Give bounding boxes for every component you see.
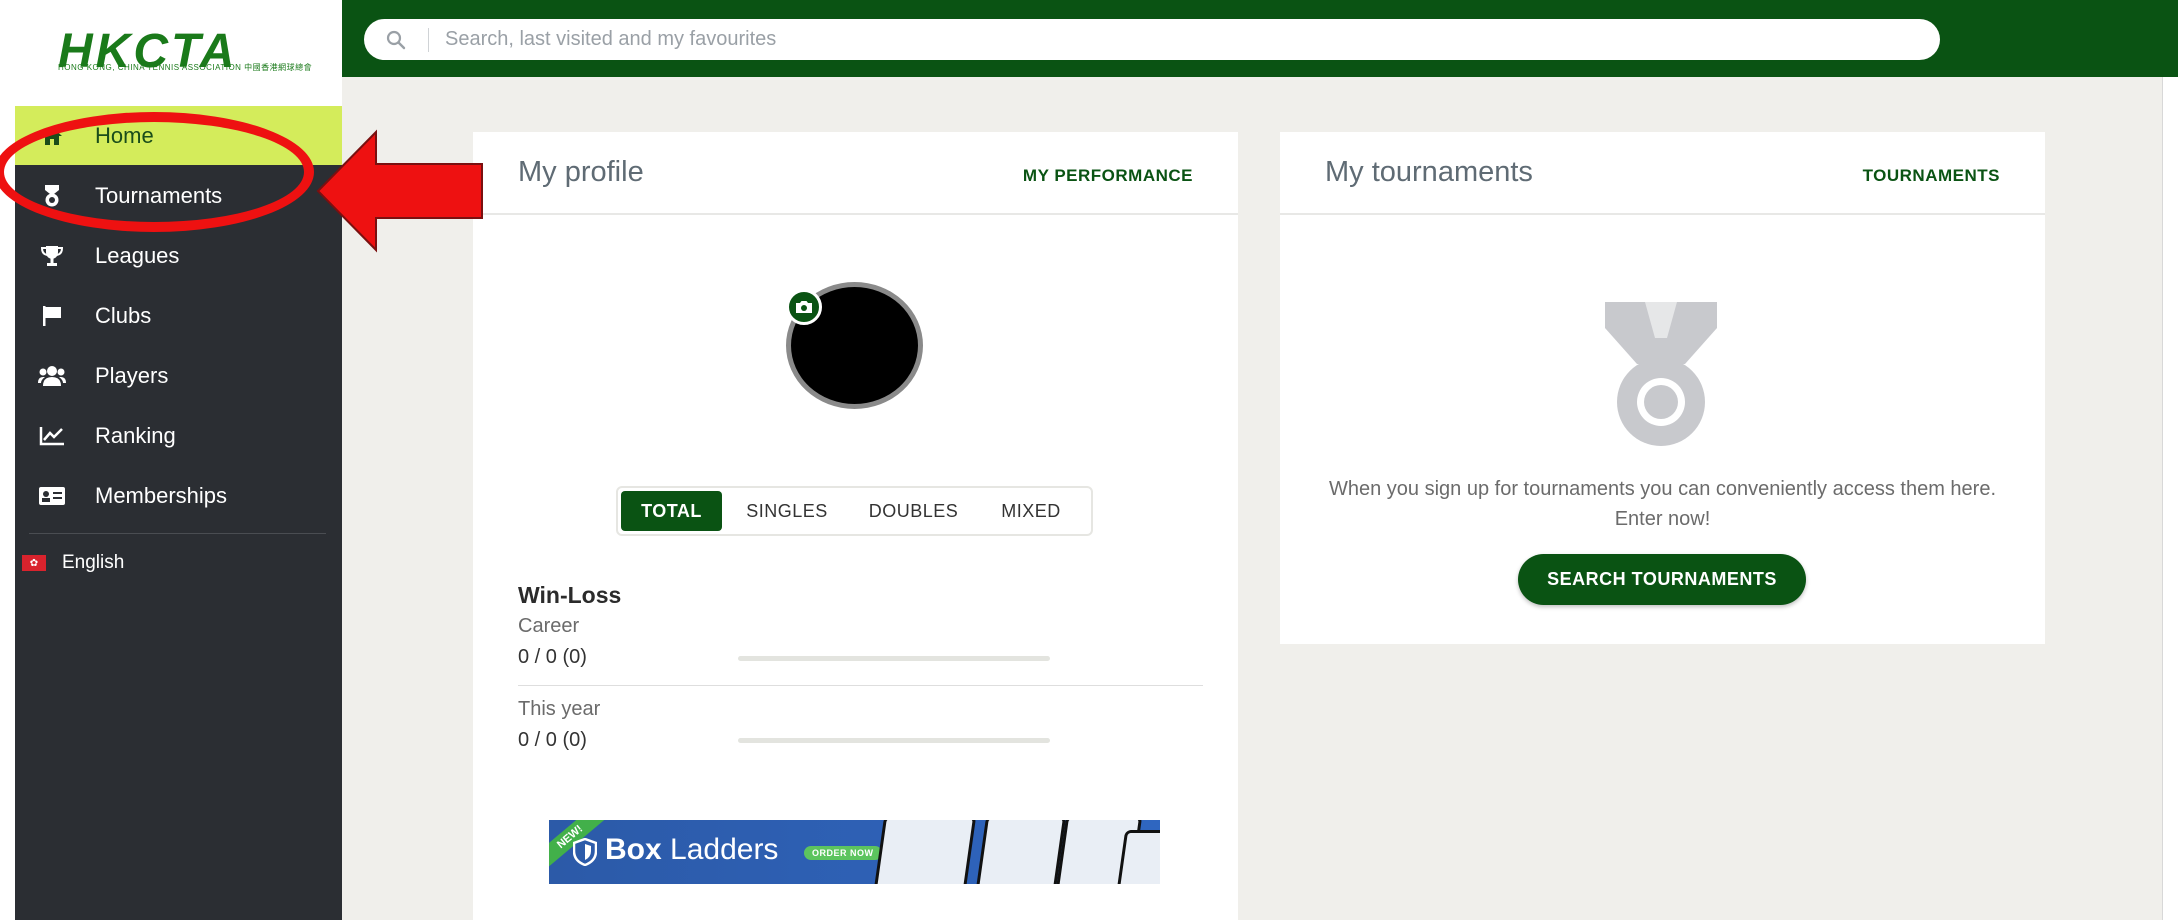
sidebar-item-clubs[interactable]: Clubs xyxy=(15,286,342,345)
trophy-icon xyxy=(37,245,67,267)
tab-singles[interactable]: SINGLES xyxy=(722,491,852,531)
id-card-icon xyxy=(37,486,67,506)
tournaments-card: My tournaments TOURNAMENTS When you sign… xyxy=(1280,132,2045,644)
camera-icon[interactable] xyxy=(786,289,822,325)
main-content: My profile MY PERFORMANCE TOTAL SINGLES … xyxy=(342,77,2178,920)
phone-mockup xyxy=(1116,830,1160,884)
users-icon xyxy=(37,365,67,387)
medal-icon xyxy=(1601,298,1721,453)
my-performance-link[interactable]: MY PERFORMANCE xyxy=(1023,166,1193,186)
sidebar-item-label: Clubs xyxy=(95,302,152,328)
banner-title-rest: Ladders xyxy=(661,833,779,866)
sidebar-item-label: Memberships xyxy=(95,482,228,508)
career-value: 0 / 0 (0) xyxy=(518,646,587,668)
sidebar-item-label: Leagues xyxy=(95,242,180,268)
profile-title: My profile xyxy=(518,156,644,188)
sidebar-divider xyxy=(29,533,326,534)
banner-title: Box Ladders xyxy=(605,833,778,867)
this-year-label: This year xyxy=(518,698,601,720)
top-bar xyxy=(342,0,2178,77)
order-now-badge[interactable]: ORDER NOW xyxy=(804,846,882,860)
tab-doubles[interactable]: DOUBLES xyxy=(852,491,975,531)
tournaments-title: My tournaments xyxy=(1325,156,1533,188)
phone-mockup xyxy=(873,820,977,884)
shield-icon xyxy=(572,837,598,871)
annotation-arrow xyxy=(316,129,483,253)
language-selector[interactable]: ✿ English xyxy=(22,552,124,574)
chart-line-icon xyxy=(37,426,67,446)
annotation-ellipse xyxy=(0,112,314,232)
career-progress-bar xyxy=(738,656,1050,661)
tournaments-link[interactable]: TOURNAMENTS xyxy=(1863,166,2000,186)
sidebar-item-players[interactable]: Players xyxy=(15,346,342,405)
this-year-progress-bar xyxy=(738,738,1050,743)
tab-mixed[interactable]: MIXED xyxy=(975,491,1087,531)
language-label: English xyxy=(62,552,125,573)
search-box[interactable] xyxy=(364,19,1940,60)
logo-subtitle: HONG KONG, CHINA TENNIS ASSOCIATION 中國香港… xyxy=(58,63,313,72)
this-year-value: 0 / 0 (0) xyxy=(518,729,587,751)
win-loss-divider xyxy=(518,685,1203,686)
banner-title-bold: Box xyxy=(605,833,662,866)
tab-total[interactable]: TOTAL xyxy=(621,491,722,531)
flag-icon xyxy=(37,305,67,327)
stats-tabs: TOTAL SINGLES DOUBLES MIXED xyxy=(616,486,1093,536)
sidebar-item-memberships[interactable]: Memberships xyxy=(15,466,342,525)
sidebar-item-label: Players xyxy=(95,362,169,388)
scrollbar-track[interactable] xyxy=(2162,77,2178,920)
sidebar-item-ranking[interactable]: Ranking xyxy=(15,406,342,465)
search-separator xyxy=(428,27,429,52)
tournaments-card-header: My tournaments TOURNAMENTS xyxy=(1280,132,2045,215)
sidebar-item-leagues[interactable]: Leagues xyxy=(15,226,342,285)
profile-card: My profile MY PERFORMANCE TOTAL SINGLES … xyxy=(473,132,1238,920)
phone-mockup xyxy=(975,820,1067,884)
tournaments-empty-message: When you sign up for tournaments you can… xyxy=(1328,478,1997,530)
box-ladders-banner[interactable]: NEW! Box Ladders ORDER NOW xyxy=(549,820,1160,884)
search-input[interactable] xyxy=(443,19,1940,60)
win-loss-title: Win-Loss xyxy=(518,582,622,608)
logo-area[interactable]: HKCTA HONG KONG, CHINA TENNIS ASSOCIATIO… xyxy=(0,0,342,106)
hong-kong-flag-icon: ✿ xyxy=(22,555,46,571)
career-label: Career xyxy=(518,615,580,637)
profile-card-header: My profile MY PERFORMANCE xyxy=(473,132,1238,215)
search-tournaments-button[interactable]: SEARCH TOURNAMENTS xyxy=(1518,554,1806,605)
search-icon[interactable] xyxy=(364,30,428,50)
sidebar-item-label: Ranking xyxy=(95,422,176,448)
